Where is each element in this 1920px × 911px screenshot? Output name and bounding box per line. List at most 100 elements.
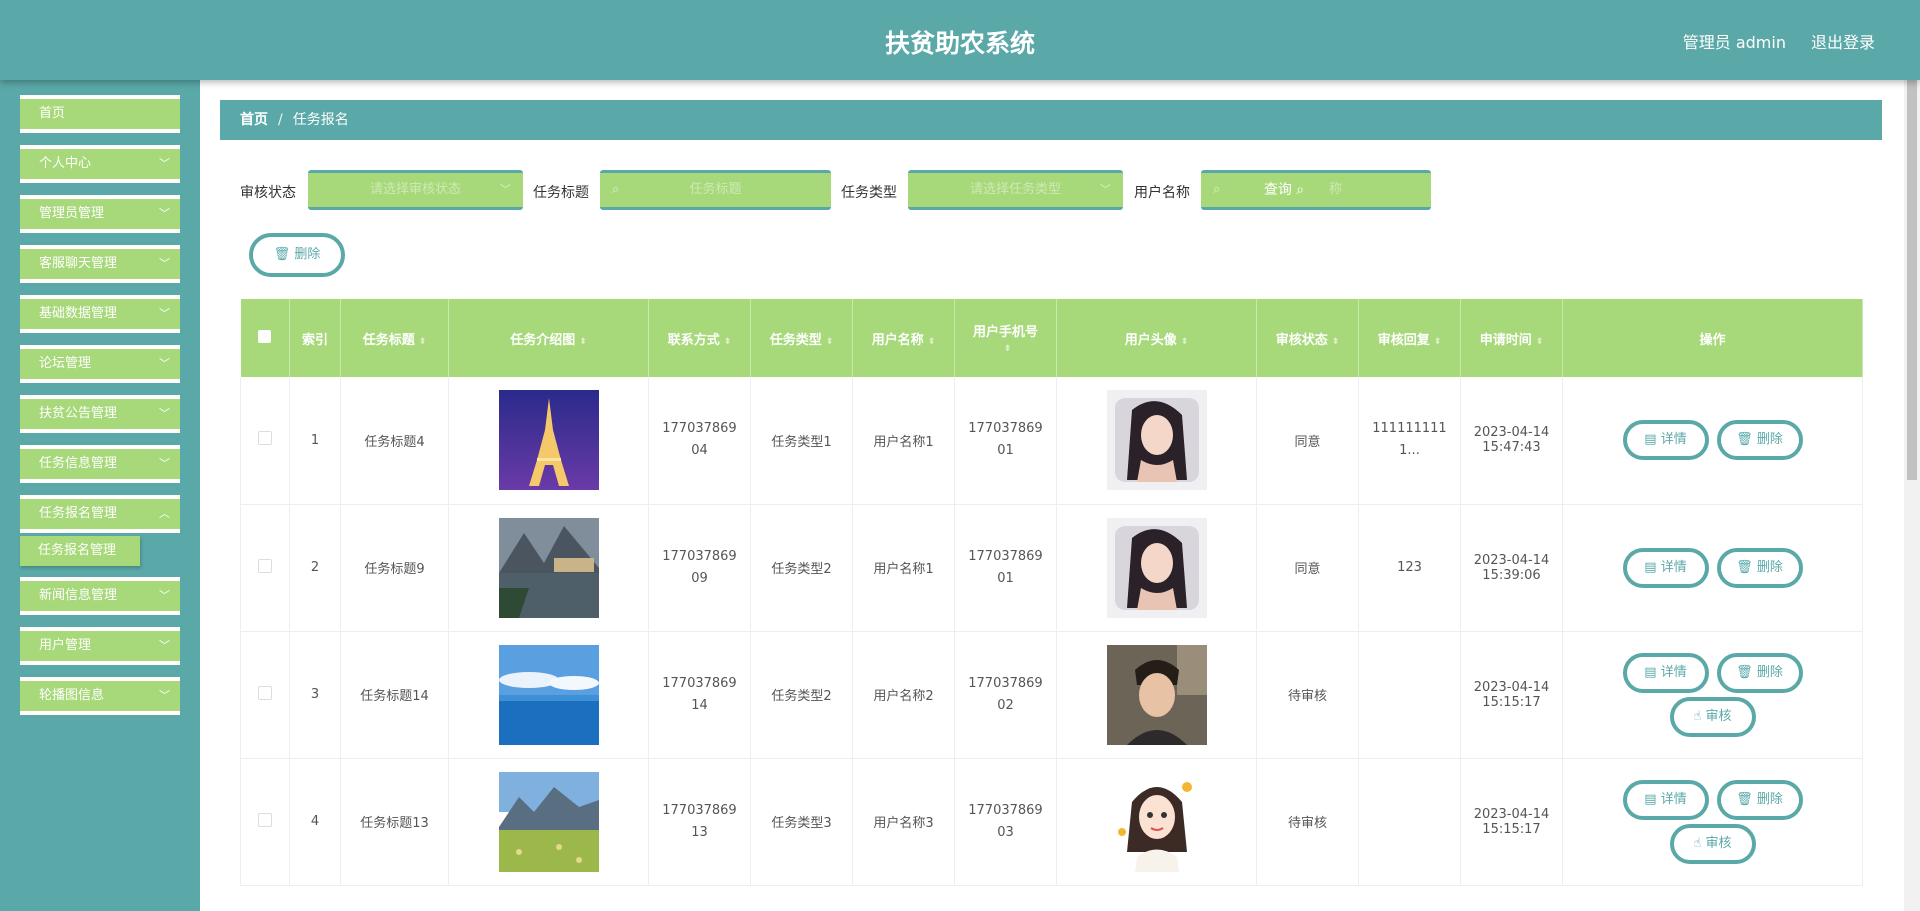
audit-button[interactable]: ☝ 审核	[1669, 696, 1756, 737]
cell-reply	[1358, 631, 1461, 759]
cell-type: 任务类型1	[750, 377, 853, 505]
col-contact[interactable]: 联系方式 ⬍	[648, 299, 751, 377]
sort-icon: ⬍	[1433, 336, 1442, 347]
task-image	[498, 771, 599, 872]
chevron-down-icon: ﹀	[159, 589, 170, 602]
cell-time: 2023-04-14 15:15:17	[1460, 631, 1563, 759]
query-button[interactable]: 查询 ⌕	[1241, 170, 1327, 210]
sort-icon: ⬍	[723, 336, 732, 347]
search-icon: ⌕	[612, 182, 620, 197]
sidebar-item-carousel[interactable]: 轮播图信息 ﹀	[20, 677, 180, 715]
cell-avatar	[1056, 758, 1257, 886]
table-row: 3 任务标题14 17703786914 任务类型2 用户名称2 17703786902 待…	[240, 631, 1863, 759]
chevron-up-icon: ︿	[159, 507, 170, 520]
table-row: 2 任务标题9 17703786909 任务类型2 用户名称1 17703786901 同意…	[240, 504, 1863, 632]
sidebar-item-task-signup[interactable]: 任务报名管理 ︿	[20, 495, 180, 533]
detail-button[interactable]: ▤ 详情	[1622, 652, 1709, 693]
cell-contact: 17703786904	[648, 377, 751, 505]
cell-title: 任务标题4	[340, 377, 449, 505]
row-checkbox[interactable]	[240, 631, 290, 759]
task-image	[498, 390, 599, 491]
sidebar-item-profile[interactable]: 个人中心 ﹀	[20, 145, 180, 183]
batch-delete-button[interactable]: 🗑 删除	[249, 233, 345, 277]
submenu-task-signup[interactable]: 任务报名管理	[20, 536, 140, 566]
audit-button[interactable]: ☝ 审核	[1669, 823, 1756, 864]
breadcrumb-current: 任务报名	[292, 112, 349, 128]
chevron-down-icon: ﹀	[500, 183, 511, 196]
detail-button[interactable]: ▤ 详情	[1622, 779, 1709, 820]
search-icon: ⌕	[1296, 182, 1305, 198]
sidebar-item-basedata[interactable]: 基础数据管理 ﹀	[20, 295, 180, 333]
hand-icon: ☝	[1693, 708, 1702, 724]
trash-icon: 🗑	[1736, 791, 1753, 807]
select-all-checkbox[interactable]	[240, 299, 290, 377]
delete-button[interactable]: 🗑 删除	[1716, 779, 1803, 820]
status-select[interactable]: 请选择审核状态 ﹀	[308, 170, 523, 210]
task-image	[498, 517, 599, 618]
breadcrumb: 首页 / 任务报名	[220, 100, 1882, 140]
breadcrumb-home[interactable]: 首页	[240, 112, 268, 128]
sidebar-item-admin[interactable]: 管理员管理 ﹀	[20, 195, 180, 233]
cell-avatar	[1056, 504, 1257, 632]
chevron-down-icon: ﹀	[159, 407, 170, 420]
sidebar-item-users[interactable]: 用户管理 ﹀	[20, 627, 180, 665]
sidebar-item-task-info[interactable]: 任务信息管理 ﹀	[20, 445, 180, 483]
scrollbar-thumb[interactable]	[1907, 80, 1917, 480]
cell-status: 同意	[1256, 504, 1359, 632]
col-user-phone[interactable]: 用户手机号 ⬍	[954, 299, 1057, 377]
cell-index: 4	[289, 758, 341, 886]
col-user[interactable]: 用户名称 ⬍	[852, 299, 955, 377]
chevron-down-icon: ﹀	[159, 639, 170, 652]
cell-avatar	[1056, 631, 1257, 759]
document-icon: ▤	[1644, 664, 1657, 680]
header-actions: 管理员 admin 退出登录	[1683, 29, 1875, 53]
detail-button[interactable]: ▤ 详情	[1622, 547, 1709, 588]
row-checkbox[interactable]	[240, 377, 290, 505]
title-search-input[interactable]: ⌕ 任务标题	[600, 170, 831, 210]
col-time[interactable]: 申请时间 ⬍	[1460, 299, 1563, 377]
col-image[interactable]: 任务介绍图 ⬍	[448, 299, 649, 377]
cell-time: 2023-04-14 15:39:06	[1460, 504, 1563, 632]
sidebar-item-news[interactable]: 新闻信息管理 ﹀	[20, 577, 180, 615]
sidebar-item-chat[interactable]: 客服聊天管理 ﹀	[20, 245, 180, 283]
col-title[interactable]: 任务标题 ⬍	[340, 299, 449, 377]
cell-user: 用户名称1	[852, 504, 955, 632]
sidebar-item-notice[interactable]: 扶贫公告管理 ﹀	[20, 395, 180, 433]
logout-link[interactable]: 退出登录	[1811, 29, 1875, 53]
cell-contact: 17703786909	[648, 504, 751, 632]
admin-label: 管理员 admin	[1682, 33, 1786, 52]
cell-type: 任务类型3	[750, 758, 853, 886]
cell-actions: ▤ 详情 🗑 删除	[1562, 504, 1863, 632]
col-status[interactable]: 审核状态 ⬍	[1256, 299, 1359, 377]
cell-contact: 17703786913	[648, 758, 751, 886]
cell-reply	[1358, 758, 1461, 886]
cell-image	[448, 377, 649, 505]
col-reply[interactable]: 审核回复 ⬍	[1358, 299, 1461, 377]
user-filter-label: 用户名称	[1134, 185, 1190, 201]
delete-button[interactable]: 🗑 删除	[1716, 420, 1803, 461]
sidebar-item-home[interactable]: 首页	[20, 95, 180, 133]
cell-user-phone: 17703786901	[954, 377, 1057, 505]
delete-button[interactable]: 🗑 删除	[1716, 547, 1803, 588]
task-signup-table: 索引 任务标题 ⬍ 任务介绍图 ⬍ 联系方式 ⬍ 任务类型 ⬍ 用户名称 ⬍ 用户手机号 ⬍…	[240, 299, 1863, 886]
delete-button[interactable]: 🗑 删除	[1716, 652, 1803, 693]
row-checkbox[interactable]	[240, 504, 290, 632]
cell-user-phone: 17703786902	[954, 631, 1057, 759]
cell-reply: 123	[1358, 504, 1461, 632]
chevron-down-icon: ﹀	[159, 157, 170, 170]
cell-type: 任务类型2	[750, 504, 853, 632]
title-filter-label: 任务标题	[533, 185, 589, 201]
sort-icon: ⬍	[927, 336, 936, 347]
sidebar-item-forum[interactable]: 论坛管理 ﹀	[20, 345, 180, 383]
row-checkbox[interactable]	[240, 758, 290, 886]
type-select[interactable]: 请选择任务类型 ﹀	[908, 170, 1123, 210]
page-scrollbar[interactable]	[1904, 80, 1920, 911]
user-avatar	[1106, 771, 1207, 872]
cell-actions: ▤ 详情 🗑 删除 ☝ 审核	[1562, 631, 1863, 759]
cell-image	[448, 631, 649, 759]
col-type[interactable]: 任务类型 ⬍	[750, 299, 853, 377]
col-avatar[interactable]: 用户头像 ⬍	[1056, 299, 1257, 377]
detail-button[interactable]: ▤ 详情	[1622, 420, 1709, 461]
cell-image	[448, 758, 649, 886]
cell-index: 2	[289, 504, 341, 632]
